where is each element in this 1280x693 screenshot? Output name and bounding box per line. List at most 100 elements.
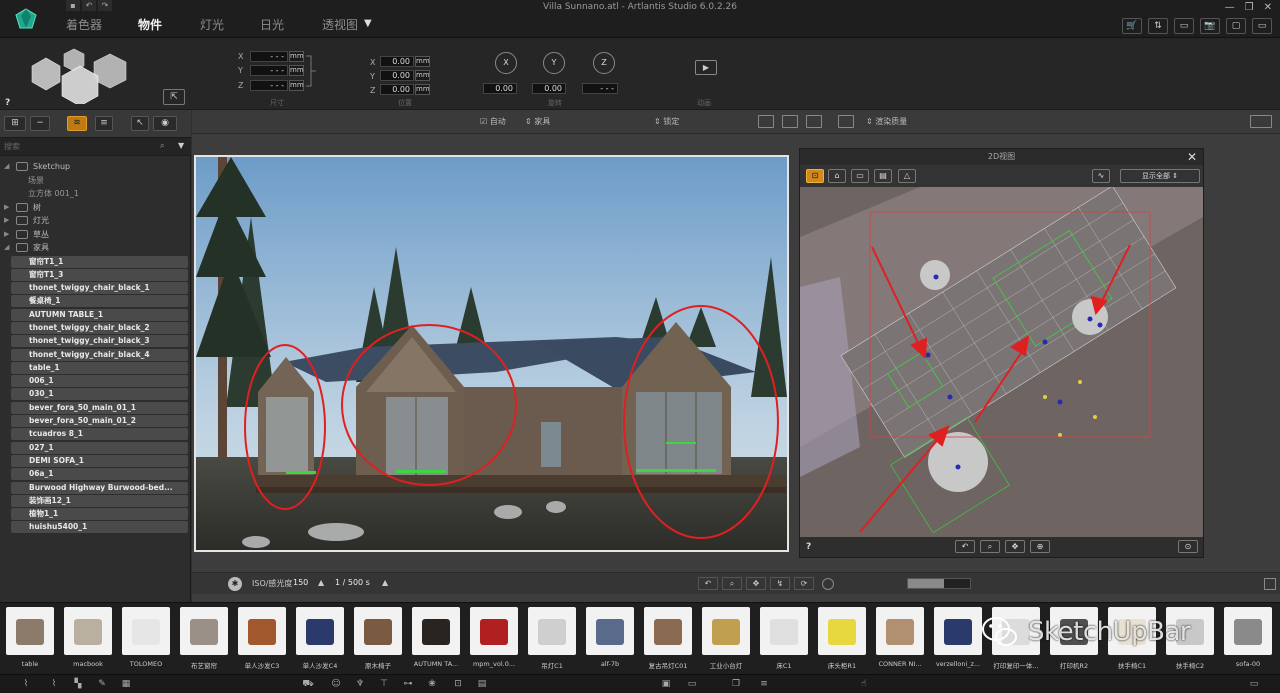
- tree-subitem[interactable]: 立方体 001_1: [0, 187, 191, 201]
- layers-view-button[interactable]: ≋: [67, 116, 87, 131]
- preview-window-icon[interactable]: ▭: [1252, 18, 1272, 34]
- sofa-blue-thumb[interactable]: [934, 607, 982, 655]
- nav-zoom-icon[interactable]: ⌕: [722, 577, 742, 590]
- tab-heliodon[interactable]: 日光: [260, 16, 284, 33]
- catalog-pointer-icon[interactable]: ☝: [858, 679, 870, 690]
- plan-perspective-icon[interactable]: △: [898, 169, 916, 183]
- location-y-unit[interactable]: mm: [415, 70, 430, 81]
- minimize-button[interactable]: —: [1225, 2, 1235, 13]
- catalog-item[interactable]: 打印复印一体...: [992, 607, 1040, 673]
- catalog-item[interactable]: 工业小台灯: [702, 607, 750, 673]
- location-z-field[interactable]: 0.00: [380, 84, 414, 95]
- catalog-plants-icon[interactable]: ❀: [426, 679, 438, 690]
- proportion-link-icon[interactable]: [305, 54, 317, 88]
- plan-pan-icon[interactable]: ✥: [1005, 540, 1025, 553]
- location-z-unit[interactable]: mm: [415, 84, 430, 95]
- object-list-item[interactable]: 窗帘T1_1: [11, 255, 188, 268]
- catalog-textures-icon[interactable]: ⌇: [48, 679, 60, 690]
- remove-button[interactable]: −: [30, 116, 50, 131]
- catalog-people-icon[interactable]: ☺: [330, 679, 342, 690]
- size-x-field[interactable]: - - -: [250, 51, 288, 62]
- object-search-bar[interactable]: 搜索 ⌕ ▼: [0, 138, 191, 156]
- catalog-item[interactable]: 布艺窗帘: [180, 607, 228, 673]
- object-list-item[interactable]: thonet_twiggy_chair_black_2: [11, 321, 188, 334]
- armchair2-thumb[interactable]: [1108, 607, 1156, 655]
- catalog-item[interactable]: 床C1: [760, 607, 808, 673]
- render-camera-icon[interactable]: 📷: [1200, 18, 1220, 34]
- catalog-billboard-icon[interactable]: ▭: [686, 679, 698, 690]
- tree-expand-icon[interactable]: ◢: [4, 160, 9, 173]
- tab-objects[interactable]: 物件: [138, 16, 162, 33]
- rotation-z-field[interactable]: - - -: [582, 83, 618, 94]
- catalog-item[interactable]: 原木椅子: [354, 607, 402, 673]
- size-z-unit[interactable]: mm: [289, 80, 304, 91]
- maximize-button[interactable]: ❐: [1245, 2, 1254, 13]
- catalog-images-icon[interactable]: ▣: [660, 679, 672, 690]
- plan-sync-icon[interactable]: ∿: [1092, 169, 1110, 183]
- tree-group[interactable]: ▶ 树: [0, 201, 191, 215]
- object-list-item[interactable]: bever_fora_50_main_01_1: [11, 401, 188, 414]
- catalog-item[interactable]: TOLOMEO: [122, 607, 170, 673]
- size-y-field[interactable]: - - -: [250, 65, 288, 76]
- object-list-item[interactable]: thonet_twiggy_chair_black_4: [11, 348, 188, 361]
- catalog-brush-icon[interactable]: ✎: [96, 679, 108, 690]
- catalog-item[interactable]: 打印机R2: [1050, 607, 1098, 673]
- fit-view-icon[interactable]: [782, 115, 798, 128]
- plan-zoom-icon[interactable]: ⌕: [980, 540, 1000, 553]
- catalog-item[interactable]: alf-7b: [586, 607, 634, 673]
- save-icon[interactable]: ▪: [66, 0, 80, 11]
- tab-shaders[interactable]: 着色器: [66, 16, 102, 33]
- bottle-thumb[interactable]: [470, 607, 518, 655]
- import-export-icon[interactable]: ⇅: [1148, 18, 1168, 34]
- catalog-shaders-icon[interactable]: ⌇: [20, 679, 32, 690]
- tree-group[interactable]: ▶ 灯光: [0, 214, 191, 228]
- nav-back-icon[interactable]: ↶: [698, 577, 718, 590]
- catalog-lights-icon[interactable]: ♆: [354, 679, 366, 690]
- sofa-thumb[interactable]: [1224, 607, 1272, 655]
- object-list-item[interactable]: huishu5400_1: [11, 521, 188, 534]
- catalog-grid-icon[interactable]: ▦: [120, 679, 132, 690]
- plan-display-select[interactable]: 显示全部 ⇕: [1120, 169, 1200, 183]
- table-dark-thumb[interactable]: [412, 607, 460, 655]
- catalog-cars-icon[interactable]: ⊶: [402, 679, 414, 690]
- size-y-unit[interactable]: mm: [289, 65, 304, 76]
- bed-thumb[interactable]: [760, 607, 808, 655]
- nightstand-thumb[interactable]: [818, 607, 866, 655]
- object-list-item[interactable]: thonet_twiggy_chair_black_3: [11, 335, 188, 348]
- object-list-item[interactable]: 植物1_1: [11, 508, 188, 521]
- shutter-value[interactable]: 1 / 500 s: [335, 578, 370, 587]
- viewport-options-icon[interactable]: [1250, 115, 1272, 128]
- viewport-slider[interactable]: [907, 578, 971, 589]
- catalog-item[interactable]: 单人沙发C4: [296, 607, 344, 673]
- catalog-misc-icon[interactable]: ⊡: [452, 679, 464, 690]
- tree-expand-icon[interactable]: ◢: [4, 241, 9, 254]
- catalog-item[interactable]: 吊灯C1: [528, 607, 576, 673]
- catalog-item[interactable]: AUTUMN TA...: [412, 607, 460, 673]
- list-view-button[interactable]: ≡: [95, 116, 113, 131]
- tree-group[interactable]: ◢ Sketchup: [0, 160, 191, 174]
- catalog-item[interactable]: macbook: [64, 607, 112, 673]
- search-icon[interactable]: ⌕: [160, 141, 164, 151]
- redo-icon[interactable]: ↷: [98, 0, 112, 11]
- close-window-button[interactable]: ✕: [1264, 2, 1272, 13]
- nav-target-icon[interactable]: [822, 578, 834, 590]
- tree-group[interactable]: ▶ 草丛: [0, 228, 191, 242]
- rotate-z-dial[interactable]: Z: [593, 52, 615, 74]
- tree-expand-icon[interactable]: ▶: [4, 201, 9, 214]
- catalog-folder-icon[interactable]: ❐: [730, 679, 742, 690]
- object-list-item[interactable]: table_1: [11, 361, 188, 374]
- inspector-help-icon[interactable]: ?: [5, 98, 10, 108]
- object-list-item[interactable]: Burwood Highway Burwood-bed...: [11, 481, 188, 494]
- tree-group[interactable]: ◢ 家具: [0, 241, 191, 255]
- viewport-resize-icon[interactable]: [1264, 578, 1276, 590]
- laptop-thumb[interactable]: [64, 607, 112, 655]
- location-y-field[interactable]: 0.00: [380, 70, 414, 81]
- tree-expand-icon[interactable]: ▶: [4, 228, 9, 241]
- view-mode-3-icon[interactable]: [806, 115, 822, 128]
- catalog-item[interactable]: 扶手椅C1: [1108, 607, 1156, 673]
- object-list-item[interactable]: 窗帘T1_3: [11, 268, 188, 281]
- table-thumb[interactable]: [6, 607, 54, 655]
- catalog-item[interactable]: 单人沙发C3: [238, 607, 286, 673]
- object-list-item[interactable]: tcuadros 8_1: [11, 428, 188, 441]
- fullscreen-icon[interactable]: ▢: [1226, 18, 1246, 34]
